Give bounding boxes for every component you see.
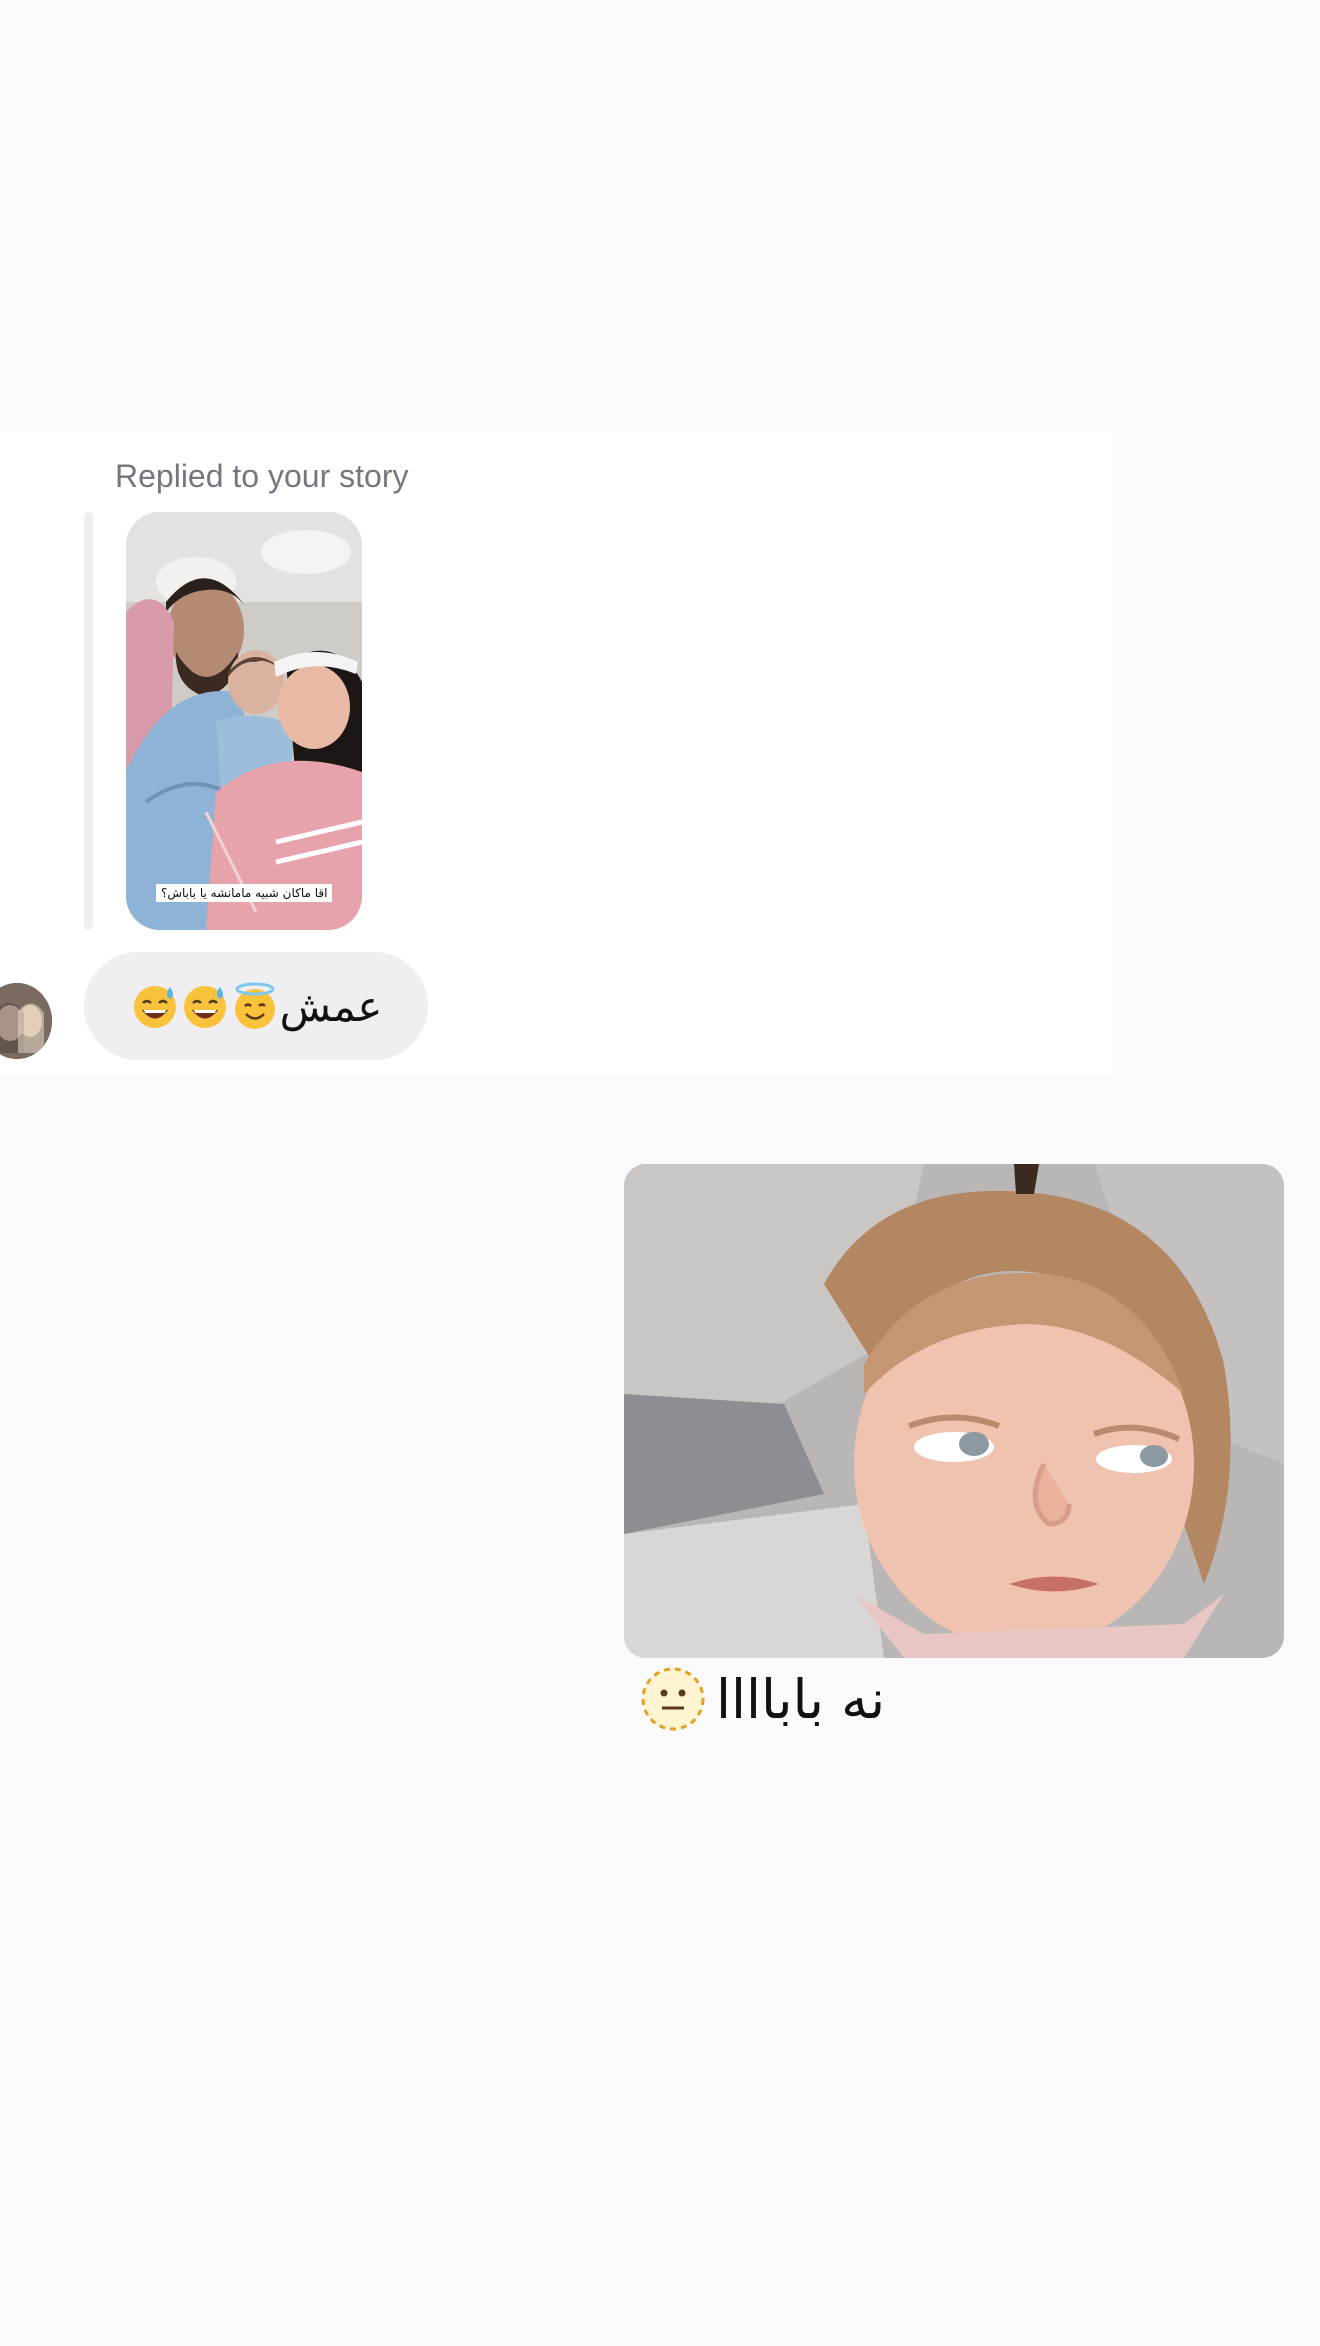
outgoing-message[interactable]: نه باباااا (640, 1666, 885, 1732)
halo-face-emoji-icon (234, 982, 275, 1029)
outgoing-gif-message[interactable] (624, 1164, 1284, 1658)
incoming-message-text: عمش (279, 981, 383, 1031)
story-thumbnail[interactable]: اقا ماکان شبیه مامانشه یا باباش؟ (126, 512, 362, 930)
outgoing-message-text: نه باباااا (716, 1667, 886, 1731)
dotted-neutral-face-icon (641, 1667, 705, 1731)
reply-quote-bar (84, 512, 93, 930)
sweat-smile-emoji-icon (183, 986, 226, 1028)
incoming-message-bubble[interactable]: عمش (84, 952, 428, 1060)
story-caption-label: اقا ماکان شبیه مامانشه یا باباش؟ (156, 884, 333, 902)
sweat-smile-emoji-icon (133, 986, 176, 1028)
story-photo-illustration (126, 512, 362, 930)
replied-to-story-caption: Replied to your story (115, 458, 409, 494)
girl-side-eye-gif-illustration (624, 1164, 1284, 1658)
